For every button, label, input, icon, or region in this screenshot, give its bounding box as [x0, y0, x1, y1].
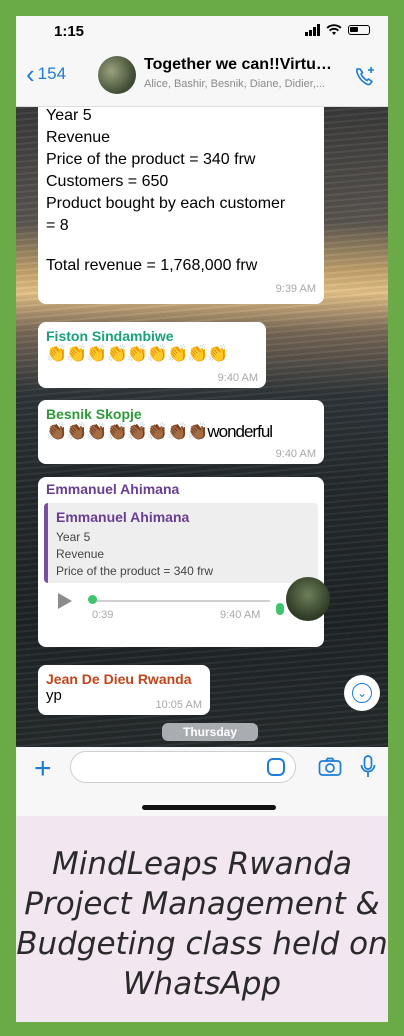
voice-progress-handle[interactable] [88, 595, 97, 604]
wifi-icon [326, 24, 342, 35]
message-line: Price of the product = 340 frw [46, 151, 256, 168]
status-bar: 1:15 [16, 16, 388, 46]
message-bubble[interactable]: Besnik Skopje 👏🏾👏🏾👏🏾👏🏾👏🏾👏🏾👏🏾👏🏾wonderful … [38, 400, 324, 464]
microphone-icon[interactable] [360, 755, 376, 779]
day-separator: Thursday [162, 723, 258, 741]
message-total: Total revenue = 1,768,000 frw [46, 257, 258, 274]
camera-icon[interactable] [318, 757, 342, 777]
voice-duration: 0:39 [92, 609, 114, 621]
home-indicator [142, 805, 276, 810]
sender-name[interactable]: Besnik Skopje [46, 406, 316, 422]
chat-header: ‹ 154 Together we can!!Virtual... Alice,… [16, 46, 388, 107]
status-time: 1:15 [54, 23, 85, 40]
group-avatar[interactable] [98, 56, 136, 94]
add-call-icon[interactable] [352, 64, 378, 90]
scroll-down-button[interactable]: ⌄ [344, 675, 380, 711]
battery-icon [348, 25, 370, 35]
back-button[interactable]: ‹ 154 [26, 59, 67, 89]
plus-icon[interactable]: + [34, 754, 52, 784]
sender-name[interactable]: Emmanuel Ahimana [44, 481, 318, 497]
play-icon[interactable] [58, 593, 72, 609]
chevron-left-icon: ‹ [26, 59, 35, 89]
quoted-message[interactable]: Emmanuel Ahimana Year 5 Revenue Price of… [44, 503, 318, 583]
message-line: Customers = 650 [46, 173, 169, 190]
sticker-icon[interactable] [267, 758, 285, 776]
message-text: 👏👏👏👏👏👏👏👏👏 [46, 344, 229, 363]
message-text: 👏🏾👏🏾👏🏾👏🏾👏🏾👏🏾👏🏾👏🏾wonderful [46, 422, 273, 441]
message-line: = 8 [46, 217, 69, 234]
message-bubble[interactable]: Year 5 Revenue Price of the product = 34… [38, 107, 324, 304]
quoted-line: Year 5 [56, 530, 91, 544]
group-members: Alice, Bashir, Besnik, Diane, Didier,... [144, 78, 325, 90]
message-bubble[interactable]: Jean De Dieu Rwanda yp 10:05 AM [38, 665, 210, 715]
quoted-line: Price of the product = 340 frw [56, 564, 214, 578]
chat-area[interactable]: Year 5 Revenue Price of the product = 34… [16, 107, 388, 747]
voice-message-bubble[interactable]: Emmanuel Ahimana Emmanuel Ahimana Year 5… [38, 477, 330, 647]
message-time: 9:39 AM [275, 283, 316, 295]
phone-screen: 1:15 ‹ 154 Together we can!!Virtual... A… [16, 16, 388, 816]
status-icons [305, 24, 370, 36]
caption: MindLeaps Rwanda Project Management & Bu… [16, 816, 388, 1022]
quoted-sender: Emmanuel Ahimana [56, 509, 190, 525]
message-line: Year 5 [46, 107, 92, 124]
quoted-line: Revenue [56, 547, 105, 561]
message-time: 9:40 AM [217, 372, 258, 384]
message-input[interactable] [70, 751, 296, 783]
message-bubble[interactable]: Fiston Sindambiwe 👏👏👏👏👏👏👏👏👏 9:40 AM [38, 322, 266, 388]
voice-progress-track[interactable] [92, 600, 270, 602]
input-bar: + [16, 747, 388, 816]
voice-player: 0:39 9:40 AM [44, 577, 330, 623]
message-time: 10:05 AM [155, 699, 202, 711]
back-count: 154 [37, 64, 67, 83]
signal-icon [305, 24, 320, 36]
sender-name[interactable]: Jean De Dieu Rwanda [46, 671, 202, 687]
message-line: Revenue [46, 129, 111, 146]
sender-avatar [286, 577, 330, 621]
chevron-down-icon: ⌄ [352, 683, 372, 703]
group-title[interactable]: Together we can!!Virtual... [144, 56, 339, 74]
message-time: 9:40 AM [275, 448, 316, 460]
message-line: Product bought by each customer [46, 195, 286, 212]
sender-name[interactable]: Fiston Sindambiwe [46, 328, 258, 344]
message-time: 9:40 AM [220, 609, 261, 621]
mic-icon [276, 603, 284, 615]
